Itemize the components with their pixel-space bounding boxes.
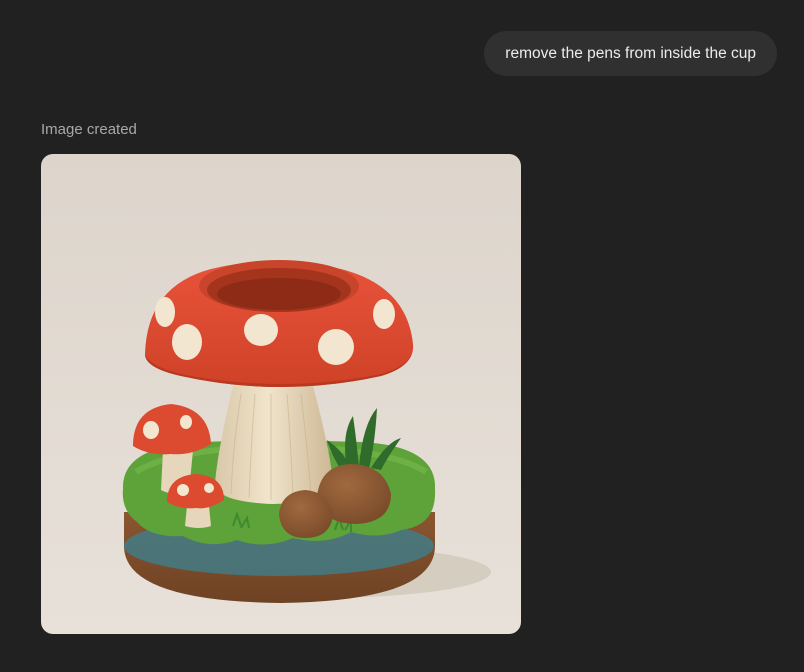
image-created-label: Image created bbox=[41, 121, 137, 138]
generated-image[interactable] bbox=[41, 154, 521, 634]
user-message-bubble: remove the pens from inside the cup bbox=[484, 31, 777, 76]
mushroom-illustration bbox=[41, 154, 521, 634]
chat-thread: remove the pens from inside the cup Imag… bbox=[0, 0, 804, 672]
